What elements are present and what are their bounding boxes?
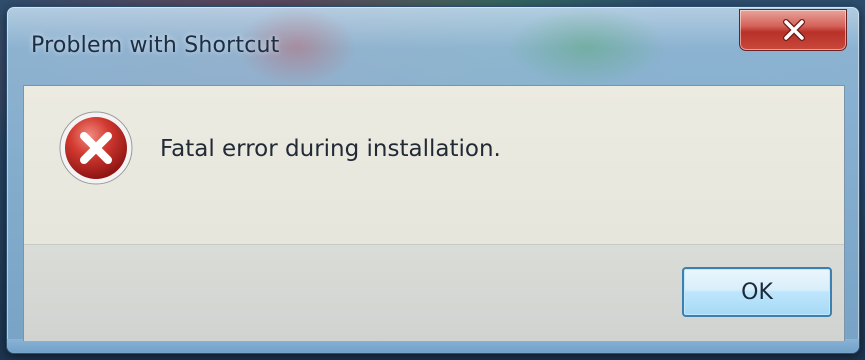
error-message: Fatal error during installation. bbox=[160, 136, 501, 162]
close-button[interactable] bbox=[739, 9, 847, 51]
error-icon bbox=[59, 111, 133, 185]
message-area: Fatal error during installation. bbox=[24, 86, 844, 244]
desktop-background: Problem with Shortcut Fatal error during… bbox=[0, 0, 865, 360]
button-area: OK bbox=[24, 244, 844, 341]
dialog-window: Problem with Shortcut Fatal error during… bbox=[6, 6, 860, 354]
window-title: Problem with Shortcut bbox=[31, 33, 280, 58]
dialog-client-area: Fatal error during installation. OK bbox=[23, 85, 845, 341]
close-icon bbox=[783, 19, 805, 41]
ok-button[interactable]: OK bbox=[682, 267, 832, 317]
window-bottom-frame bbox=[7, 339, 859, 353]
title-bar[interactable]: Problem with Shortcut bbox=[7, 7, 859, 85]
